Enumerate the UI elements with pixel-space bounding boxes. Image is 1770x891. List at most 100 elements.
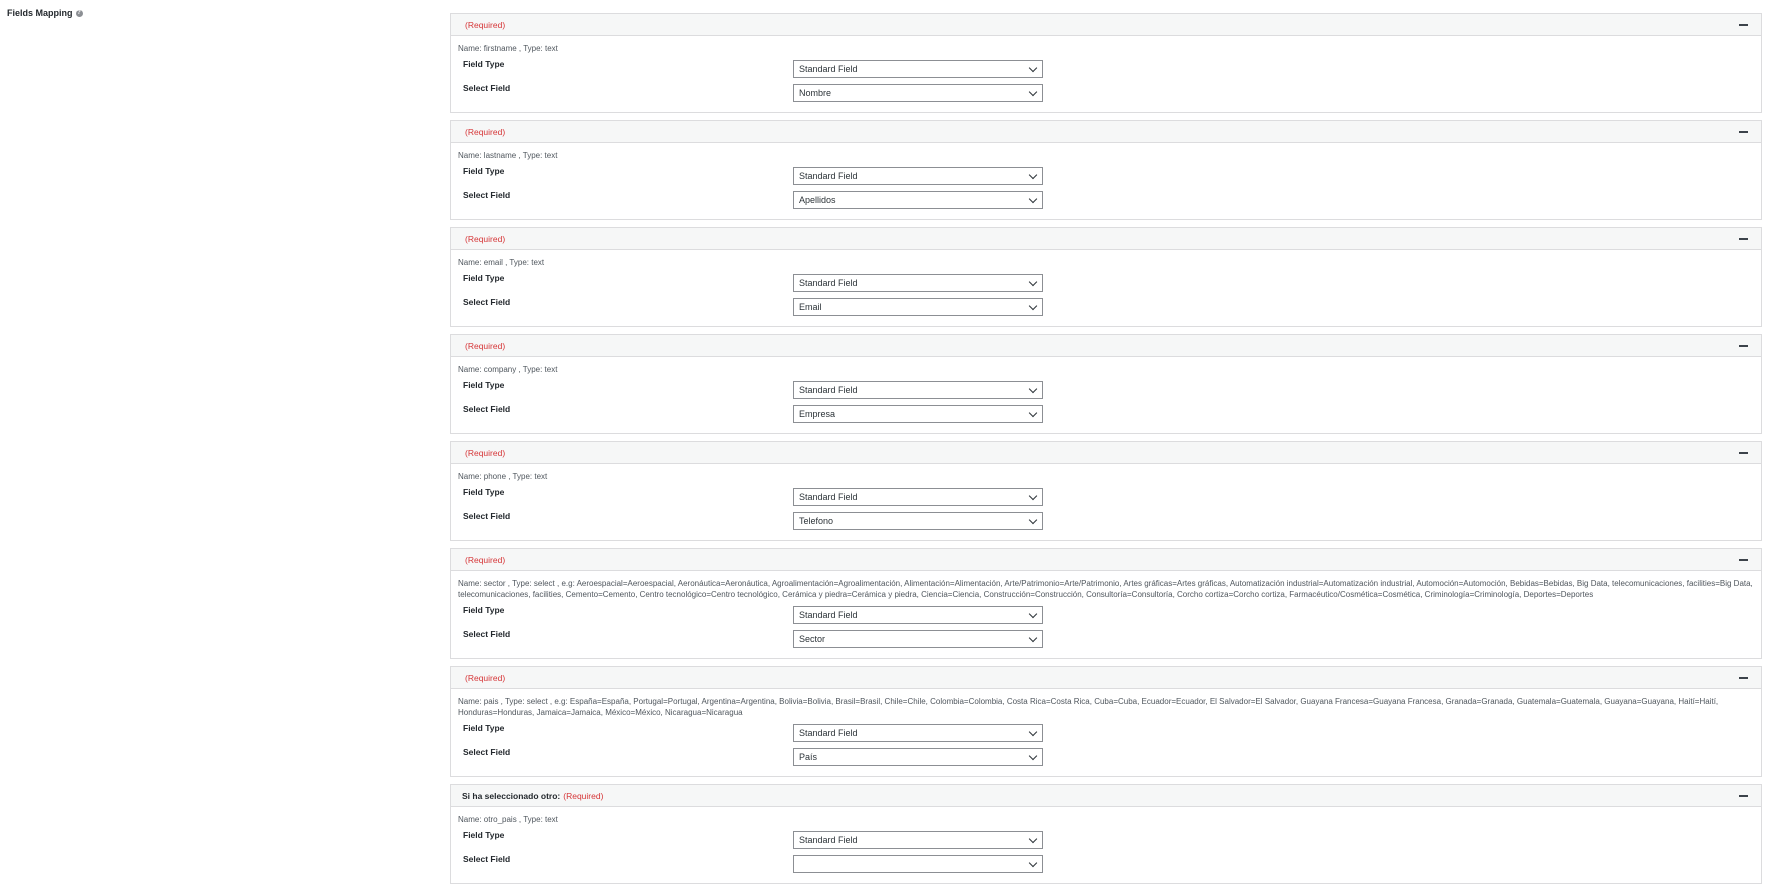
chevron-down-icon: [1028, 384, 1038, 394]
collapse-icon[interactable]: [1738, 126, 1749, 137]
field-block-header[interactable]: (Required): [451, 667, 1761, 689]
select-field-value: Nombre: [799, 88, 832, 98]
select-field-select[interactable]: Email: [793, 298, 1043, 316]
field-description: Name: firstname , Type: text: [458, 44, 558, 53]
field-type-label: Field Type: [463, 380, 505, 390]
field-description: Name: lastname , Type: text: [458, 151, 558, 160]
field-block-header[interactable]: Si ha seleccionado otro: (Required): [451, 785, 1761, 807]
select-field-label: Select Field: [463, 511, 511, 521]
select-field-label: Select Field: [463, 297, 511, 307]
required-tag: (Required): [465, 233, 506, 244]
field-type-value: Standard Field: [799, 610, 858, 620]
field-block-header[interactable]: (Required): [451, 442, 1761, 464]
field-block-header[interactable]: (Required): [451, 228, 1761, 250]
field-mapping-block: (Required) Name: lastname , Type: text F…: [450, 120, 1762, 220]
field-description: Name: phone , Type: text: [458, 472, 548, 481]
field-type-label: Field Type: [463, 59, 505, 69]
field-type-select[interactable]: Standard Field: [793, 606, 1043, 624]
chevron-down-icon: [1028, 194, 1038, 204]
required-tag: (Required): [465, 554, 506, 565]
fields-mapping-title: Fields Mapping ?: [7, 8, 83, 18]
select-field-select[interactable]: Empresa: [793, 405, 1043, 423]
select-field-value: Empresa: [799, 409, 836, 419]
select-field-select[interactable]: Apellidos: [793, 191, 1043, 209]
chevron-down-icon: [1028, 633, 1038, 643]
field-type-select[interactable]: Standard Field: [793, 60, 1043, 78]
select-field-select[interactable]: Telefono: [793, 512, 1043, 530]
chevron-down-icon: [1028, 301, 1038, 311]
field-mapping-block: (Required) Name: email , Type: text Fiel…: [450, 227, 1762, 327]
field-block-header[interactable]: (Required): [451, 121, 1761, 143]
field-type-label: Field Type: [463, 487, 505, 497]
field-block-body: Name: otro_pais , Type: text Field Type …: [451, 807, 1761, 883]
field-block-header[interactable]: (Required): [451, 335, 1761, 357]
field-type-select[interactable]: Standard Field: [793, 167, 1043, 185]
field-description: Name: company , Type: text: [458, 365, 558, 374]
select-field-row: Select Field Apellidos: [458, 187, 1754, 211]
required-tag: (Required): [465, 340, 506, 351]
select-field-select[interactable]: [793, 855, 1043, 873]
field-type-select[interactable]: Standard Field: [793, 724, 1043, 742]
select-field-row: Select Field Email: [458, 294, 1754, 318]
field-type-row: Field Type Standard Field: [458, 827, 1754, 851]
chevron-down-icon: [1028, 858, 1038, 868]
field-type-label: Field Type: [463, 166, 505, 176]
collapse-icon[interactable]: [1738, 447, 1749, 458]
field-description: Name: pais , Type: select , e.g: España=…: [458, 697, 1719, 717]
select-field-select[interactable]: Nombre: [793, 84, 1043, 102]
field-mapping-block: (Required) Name: firstname , Type: text …: [450, 13, 1762, 113]
select-field-value: Sector: [799, 634, 826, 644]
select-field-row: Select Field País: [458, 744, 1754, 768]
chevron-down-icon: [1028, 834, 1038, 844]
field-description: Name: sector , Type: select , e.g: Aeroe…: [458, 579, 1753, 599]
select-field-select[interactable]: País: [793, 748, 1043, 766]
chevron-down-icon: [1028, 87, 1038, 97]
field-description: Name: otro_pais , Type: text: [458, 815, 558, 824]
collapse-icon[interactable]: [1738, 19, 1749, 30]
select-field-row: Select Field Sector: [458, 626, 1754, 650]
select-field-label: Select Field: [463, 404, 511, 414]
collapse-icon[interactable]: [1738, 672, 1749, 683]
field-type-select[interactable]: Standard Field: [793, 274, 1043, 292]
field-type-value: Standard Field: [799, 728, 858, 738]
field-mapping-block: (Required) Name: sector , Type: select ,…: [450, 548, 1762, 659]
select-field-label: Select Field: [463, 854, 511, 864]
select-field-value: Apellidos: [799, 195, 836, 205]
fields-mapping-list: (Required) Name: firstname , Type: text …: [450, 13, 1762, 891]
field-type-select[interactable]: Standard Field: [793, 831, 1043, 849]
field-mapping-block: Si ha seleccionado otro: (Required) Name…: [450, 784, 1762, 884]
chevron-down-icon: [1028, 609, 1038, 619]
collapse-icon[interactable]: [1738, 233, 1749, 244]
chevron-down-icon: [1028, 170, 1038, 180]
field-type-label: Field Type: [463, 830, 505, 840]
field-type-row: Field Type Standard Field: [458, 484, 1754, 508]
field-block-body: Name: phone , Type: text Field Type Stan…: [451, 464, 1761, 540]
field-block-header[interactable]: (Required): [451, 549, 1761, 571]
field-type-value: Standard Field: [799, 492, 858, 502]
collapse-icon[interactable]: [1738, 790, 1749, 801]
select-field-select[interactable]: Sector: [793, 630, 1043, 648]
chevron-down-icon: [1028, 408, 1038, 418]
chevron-down-icon: [1028, 491, 1038, 501]
field-block-body: Name: firstname , Type: text Field Type …: [451, 36, 1761, 112]
field-type-select[interactable]: Standard Field: [793, 381, 1043, 399]
field-block-body: Name: lastname , Type: text Field Type S…: [451, 143, 1761, 219]
required-tag: (Required): [563, 790, 604, 801]
select-field-label: Select Field: [463, 83, 511, 93]
collapse-icon[interactable]: [1738, 554, 1749, 565]
field-block-label: Si ha seleccionado otro:: [462, 790, 561, 801]
collapse-icon[interactable]: [1738, 340, 1749, 351]
field-block-body: Name: email , Type: text Field Type Stan…: [451, 250, 1761, 326]
select-field-value: País: [799, 752, 818, 762]
field-type-value: Standard Field: [799, 385, 858, 395]
field-type-select[interactable]: Standard Field: [793, 488, 1043, 506]
required-tag: (Required): [465, 447, 506, 458]
field-type-value: Standard Field: [799, 278, 858, 288]
field-type-row: Field Type Standard Field: [458, 377, 1754, 401]
field-block-body: Name: pais , Type: select , e.g: España=…: [451, 689, 1761, 776]
question-circle-icon[interactable]: ?: [75, 9, 83, 17]
field-type-row: Field Type Standard Field: [458, 720, 1754, 744]
field-block-header[interactable]: (Required): [451, 14, 1761, 36]
chevron-down-icon: [1028, 515, 1038, 525]
field-type-value: Standard Field: [799, 835, 858, 845]
